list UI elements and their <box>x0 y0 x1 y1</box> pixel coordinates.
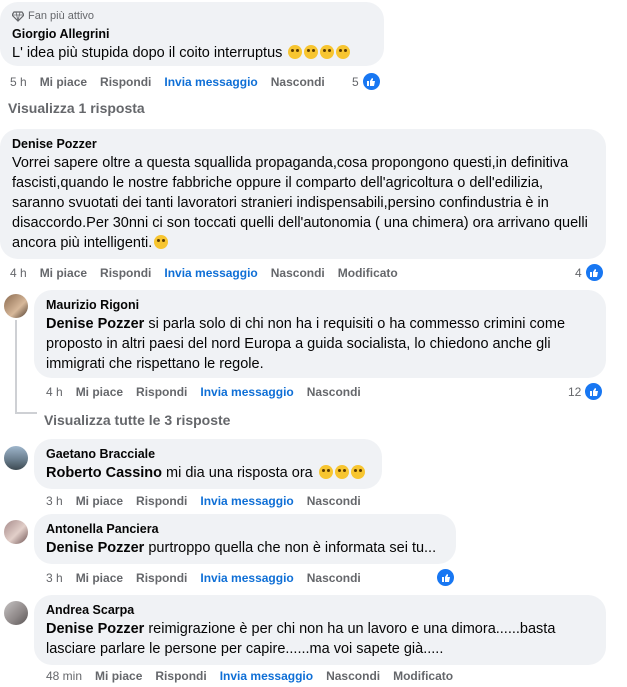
like-button[interactable]: Mi piace <box>40 74 87 90</box>
mention-link[interactable]: Roberto Cassino <box>46 465 162 481</box>
mention-link[interactable]: Denise Pozzer <box>46 621 144 637</box>
comment-actions: 3 h Mi piace Rispondi Invia messaggio Na… <box>46 570 374 586</box>
send-message-button[interactable]: Invia messaggio <box>200 570 293 586</box>
laughing-emoji <box>288 45 303 59</box>
timestamp[interactable]: 3 h <box>46 570 63 586</box>
comment-text-body: L' idea più stupida dopo il coito interr… <box>12 45 283 61</box>
thumbs-up-icon <box>584 382 604 401</box>
edited-label: Modificato <box>337 266 398 280</box>
top-fan-badge: Fan più attivo <box>12 9 372 23</box>
avatar[interactable] <box>4 601 28 625</box>
comment-actions: 48 min Mi piace Rispondi Invia messaggio… <box>46 668 466 684</box>
hide-button[interactable]: Nascondi <box>271 74 325 90</box>
comment-actions: 4 h Mi piace Rispondi Invia messaggio Na… <box>46 384 374 400</box>
laughing-emoji <box>320 45 335 59</box>
comment-actions: 3 h Mi piace Rispondi Invia messaggio Na… <box>46 493 374 509</box>
timestamp[interactable]: 5 h <box>10 74 27 90</box>
laughing-emoji <box>336 45 351 59</box>
hide-button[interactable]: Nascondi <box>307 570 361 586</box>
mention-link[interactable]: Denise Pozzer <box>46 316 144 332</box>
view-all-replies-link[interactable]: Visualizza tutte le 3 risposte <box>44 412 230 428</box>
send-message-button[interactable]: Invia messaggio <box>220 668 313 684</box>
wink-emoji <box>318 465 333 479</box>
comment-bubble: Gaetano Bracciale Roberto Cassino mi dia… <box>34 439 382 489</box>
avatar[interactable] <box>4 520 28 544</box>
wink-emoji <box>350 465 365 479</box>
like-count[interactable]: 12 <box>568 382 604 401</box>
badge-label: Fan più attivo <box>28 10 95 22</box>
comment-text-body: mi dia una risposta ora <box>162 465 313 481</box>
comment-text: L' idea più stupida dopo il coito interr… <box>12 43 372 63</box>
comment-text-body: purtroppo quella che non è informata sei… <box>144 540 437 556</box>
like-count[interactable] <box>436 568 455 587</box>
thumbs-up-icon <box>584 263 604 282</box>
like-count-value: 12 <box>568 384 582 399</box>
like-button[interactable]: Mi piace <box>76 570 123 586</box>
reply-button[interactable]: Rispondi <box>136 570 187 586</box>
comment-text: Denise Pozzer purtroppo quella che non è… <box>46 538 444 558</box>
like-button[interactable]: Mi piace <box>95 668 142 684</box>
reply-bubble: Maurizio Rigoni Denise Pozzer si parla s… <box>34 290 606 378</box>
thread-connector <box>15 320 17 413</box>
comment-author[interactable]: Giorgio Allegrini <box>12 26 372 42</box>
avatar[interactable] <box>4 446 28 470</box>
comment-bubble: Fan più attivo Giorgio Allegrini L' idea… <box>0 2 384 66</box>
like-count[interactable]: 4 <box>575 263 604 282</box>
reply-button[interactable]: Rispondi <box>155 668 206 684</box>
comment-text: Roberto Cassino mi dia una risposta ora <box>46 463 370 483</box>
laughing-emoji <box>304 45 319 59</box>
reply-button[interactable]: Rispondi <box>100 265 151 281</box>
comment-actions: 5 h Mi piace Rispondi Invia messaggio Na… <box>10 74 338 90</box>
comment-text: Vorrei sapere oltre a questa squallida p… <box>12 153 594 253</box>
comment-text: Denise Pozzer reimigrazione è per chi no… <box>46 619 594 659</box>
like-button[interactable]: Mi piace <box>76 493 123 509</box>
thread-connector <box>15 412 37 414</box>
send-message-button[interactable]: Invia messaggio <box>200 493 293 509</box>
hide-button[interactable]: Nascondi <box>307 384 361 400</box>
timestamp[interactable]: 4 h <box>46 384 63 400</box>
like-button[interactable]: Mi piace <box>76 384 123 400</box>
view-replies-link[interactable]: Visualizza 1 risposta <box>8 100 145 116</box>
comment-text-body: Vorrei sapere oltre a questa squallida p… <box>12 155 588 251</box>
send-message-button[interactable]: Invia messaggio <box>164 74 257 90</box>
comment-author[interactable]: Antonella Panciera <box>46 521 444 537</box>
timestamp[interactable]: 3 h <box>46 493 63 509</box>
hide-button[interactable]: Nascondi <box>307 493 361 509</box>
like-count-value: 5 <box>352 74 359 89</box>
edited-label: Modificato <box>393 669 454 683</box>
comment-actions: 4 h Mi piace Rispondi Invia messaggio Na… <box>10 265 411 281</box>
like-count-value: 4 <box>575 265 582 280</box>
send-message-button[interactable]: Invia messaggio <box>164 265 257 281</box>
comment-text: Denise Pozzer si parla solo di chi non h… <box>46 314 594 374</box>
comment-author[interactable]: Maurizio Rigoni <box>46 297 594 313</box>
thinking-emoji <box>154 235 169 249</box>
like-count[interactable]: 5 <box>352 72 381 91</box>
avatar[interactable] <box>4 294 28 318</box>
hide-button[interactable]: Nascondi <box>326 668 380 684</box>
comment-author[interactable]: Denise Pozzer <box>12 136 594 152</box>
like-button[interactable]: Mi piace <box>40 265 87 281</box>
reply-button[interactable]: Rispondi <box>100 74 151 90</box>
timestamp[interactable]: 48 min <box>46 668 82 684</box>
mention-link[interactable]: Denise Pozzer <box>46 540 144 556</box>
comment-author[interactable]: Andrea Scarpa <box>46 602 594 618</box>
reply-button[interactable]: Rispondi <box>136 384 187 400</box>
reply-button[interactable]: Rispondi <box>136 493 187 509</box>
wink-emoji <box>334 465 349 479</box>
comment-author[interactable]: Gaetano Bracciale <box>46 446 370 462</box>
hide-button[interactable]: Nascondi <box>271 265 325 281</box>
comment-bubble: Antonella Panciera Denise Pozzer purtrop… <box>34 514 456 564</box>
thumbs-up-icon <box>436 568 455 587</box>
timestamp[interactable]: 4 h <box>10 265 27 281</box>
comment-bubble: Andrea Scarpa Denise Pozzer reimigrazion… <box>34 595 606 665</box>
diamond-icon <box>12 10 24 22</box>
send-message-button[interactable]: Invia messaggio <box>200 384 293 400</box>
thumbs-up-icon <box>361 72 381 91</box>
comment-bubble: Denise Pozzer Vorrei sapere oltre a ques… <box>0 129 606 259</box>
